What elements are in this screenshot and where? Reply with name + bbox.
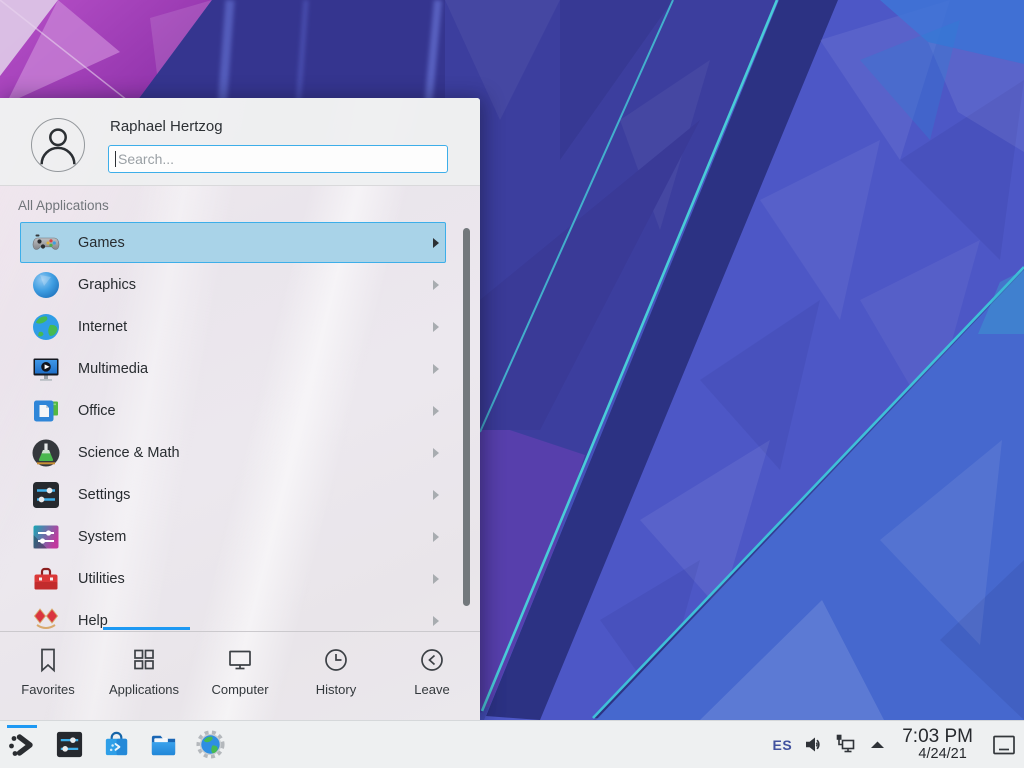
web-browser-button[interactable] <box>193 723 227 767</box>
category-help[interactable]: Help <box>20 600 446 631</box>
clock-icon <box>322 646 350 674</box>
discover-button[interactable] <box>99 723 133 767</box>
category-graphics[interactable]: Graphics <box>20 264 446 305</box>
application-launcher-button[interactable] <box>5 723 39 767</box>
tab-favorites[interactable]: Favorites <box>0 632 96 720</box>
category-office[interactable]: Office <box>20 390 446 431</box>
category-science-math[interactable]: Science & Math <box>20 432 446 473</box>
multimedia-monitor-icon <box>30 353 62 385</box>
volume-icon[interactable] <box>803 734 824 755</box>
launcher-header: Raphael Hertzog <box>0 98 480 186</box>
system-settings-button[interactable] <box>52 723 86 767</box>
taskbar: ES 7:0 <box>0 720 1024 768</box>
search-field-wrap <box>108 145 448 173</box>
network-icon[interactable] <box>835 734 856 755</box>
expand-tray-icon[interactable] <box>867 734 888 755</box>
submenu-arrow-icon <box>433 532 439 542</box>
submenu-arrow-icon <box>433 406 439 416</box>
tab-history[interactable]: History <box>288 632 384 720</box>
system-settings-icon <box>54 729 85 760</box>
category-utilities[interactable]: Utilities <box>20 558 446 599</box>
category-games[interactable]: Games <box>20 222 446 263</box>
category-settings[interactable]: Settings <box>20 474 446 515</box>
clock-date: 4/24/21 <box>902 747 973 762</box>
grid-icon <box>130 646 158 674</box>
application-launcher-menu: Raphael Hertzog All Applications <box>0 98 480 720</box>
tab-applications[interactable]: Applications <box>96 632 192 720</box>
submenu-arrow-icon <box>433 322 439 332</box>
submenu-arrow-icon <box>433 448 439 458</box>
tab-leave[interactable]: Leave <box>384 632 480 720</box>
globe-icon <box>30 311 62 343</box>
kde-launcher-icon <box>6 729 38 761</box>
bookmark-icon <box>34 646 62 674</box>
desktop-screen: Raphael Hertzog All Applications <box>0 0 1024 768</box>
utilities-toolbox-icon <box>30 563 62 595</box>
digital-clock[interactable]: 7:03 PM 4/24/21 <box>902 727 973 762</box>
submenu-arrow-icon <box>433 280 439 290</box>
section-label: All Applications <box>18 198 109 213</box>
category-internet[interactable]: Internet <box>20 306 446 347</box>
gamepad-icon <box>30 227 62 259</box>
submenu-arrow-icon <box>433 490 439 500</box>
user-avatar <box>31 118 85 172</box>
taskbar-app-icons <box>0 723 227 767</box>
user-name: Raphael Hertzog <box>110 118 223 135</box>
list-scrollbar[interactable] <box>463 228 470 606</box>
launcher-tab-bar: Favorites Applications <box>0 631 480 720</box>
submenu-arrow-icon <box>433 616 439 626</box>
category-list: Games Graphics <box>0 218 480 631</box>
keyboard-layout-indicator[interactable]: ES <box>773 737 793 753</box>
submenu-arrow-icon <box>433 574 439 584</box>
discover-bag-icon <box>101 729 132 760</box>
science-flask-icon <box>30 437 62 469</box>
search-input[interactable] <box>108 145 448 173</box>
text-caret <box>115 151 116 167</box>
submenu-arrow-icon <box>433 364 439 374</box>
leave-icon <box>418 646 446 674</box>
browser-globe-icon <box>195 729 226 760</box>
category-system[interactable]: System <box>20 516 446 557</box>
submenu-arrow-icon <box>433 238 439 248</box>
system-tray: ES 7:0 <box>773 727 1024 762</box>
settings-sliders-icon <box>30 479 62 511</box>
computer-icon <box>226 646 254 674</box>
active-tab-indicator <box>103 627 190 630</box>
folder-icon <box>148 729 179 760</box>
office-document-icon <box>30 395 62 427</box>
system-sliders-icon <box>30 521 62 553</box>
help-buoy-icon <box>30 605 62 632</box>
graphics-sphere-icon <box>30 269 62 301</box>
show-desktop-button[interactable] <box>991 732 1017 758</box>
tab-computer[interactable]: Computer <box>192 632 288 720</box>
clock-time: 7:03 PM <box>902 727 973 747</box>
category-multimedia[interactable]: Multimedia <box>20 348 446 389</box>
file-manager-button[interactable] <box>146 723 180 767</box>
